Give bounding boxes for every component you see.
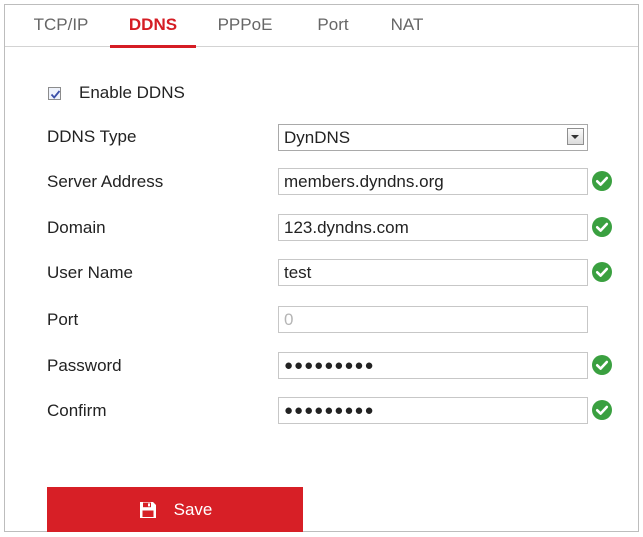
confirm-password-input[interactable]: ●●●●●●●●●	[278, 397, 588, 424]
checkmark-icon	[50, 90, 61, 99]
domain-input[interactable]: 123.dyndns.com	[278, 214, 588, 241]
check-circle-icon	[592, 262, 612, 282]
tab-nat[interactable]: NAT	[385, 5, 429, 47]
check-circle-icon	[592, 217, 612, 237]
tab-bar: TCP/IP DDNS PPPoE Port NAT	[5, 5, 638, 48]
ddns-type-value: DynDNS	[284, 128, 351, 147]
ddns-type-label: DDNS Type	[47, 127, 137, 146]
ddns-settings-panel: TCP/IP DDNS PPPoE Port NAT Enable DDNS D…	[4, 4, 639, 532]
password-input[interactable]: ●●●●●●●●●	[278, 352, 588, 379]
floppy-disk-icon	[139, 501, 156, 518]
check-circle-icon	[592, 400, 612, 420]
tab-port[interactable]: Port	[311, 5, 355, 47]
server-address-label: Server Address	[47, 172, 164, 191]
check-circle-icon	[592, 355, 612, 375]
enable-ddns-checkbox[interactable]	[48, 87, 61, 100]
enable-ddns-label: Enable DDNS	[79, 83, 185, 102]
ddns-type-select[interactable]: DynDNS	[278, 124, 588, 151]
save-button-label: Save	[173, 499, 213, 519]
domain-label: Domain	[47, 218, 106, 237]
tab-tcp-ip[interactable]: TCP/IP	[24, 5, 98, 47]
user-name-label: User Name	[47, 263, 133, 282]
chevron-down-icon[interactable]	[567, 128, 584, 145]
tab-pppoe[interactable]: PPPoE	[213, 5, 277, 47]
tab-ddns[interactable]: DDNS	[110, 5, 196, 48]
confirm-label: Confirm	[47, 401, 107, 420]
save-button-content: Save	[47, 487, 303, 532]
save-button[interactable]: Save	[47, 487, 303, 532]
user-name-input[interactable]: test	[278, 259, 588, 286]
password-label: Password	[47, 356, 122, 375]
check-circle-icon	[592, 171, 612, 191]
server-address-input[interactable]: members.dyndns.org	[278, 168, 588, 195]
port-input: 0	[278, 306, 588, 333]
port-label: Port	[47, 310, 79, 329]
